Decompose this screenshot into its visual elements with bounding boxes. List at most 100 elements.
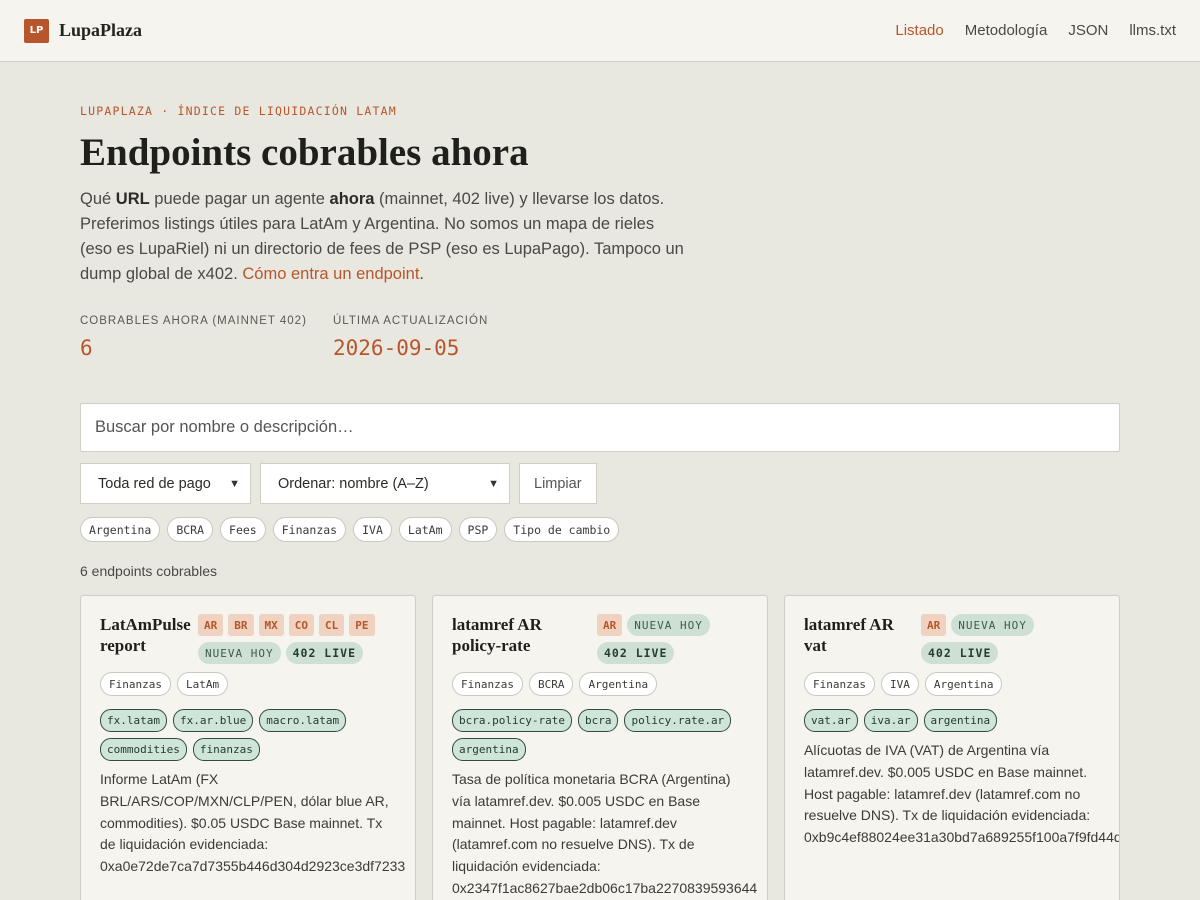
country-badge: AR [198,614,224,636]
network-select-value: Toda red de pago [98,475,211,492]
identifier-tag: commodities [100,738,187,761]
stat-live-label: COBRABLES AHORA (MAINNET 402) [80,315,307,327]
nav-metodologia[interactable]: Metodología [965,22,1048,39]
filter-controls: Toda red de pago ▼ Ordenar: nombre (A–Z)… [80,463,597,504]
new-today-badge: NUEVA HOY [951,614,1034,636]
identifier-tag: macro.latam [259,709,347,732]
card-categories: Finanzas LatAm [100,672,229,696]
brand-logo: LP [24,18,49,43]
tx-hash: 0xa0e72de7ca7d7355b446d304d2923ce3df7233 [100,858,406,875]
how-endpoint-enters-link[interactable]: Cómo entra un endpoint [242,265,419,283]
stat-live-value: 6 [80,336,93,360]
category-tag[interactable]: IVA [880,672,919,696]
sort-select[interactable]: Ordenar: nombre (A–Z) ▼ [260,463,510,504]
clear-button[interactable]: Limpiar [519,463,597,504]
description-text: Tasa de política monetaria BCRA (Argenti… [452,771,731,875]
card-title: latamref AR vat [804,615,894,655]
card-description: Informe LatAm (FX BRL/ARS/COP/MXN/CLP/PE… [100,769,405,878]
card-identifiers: bcra.policy-rate bcra policy.rate.ar arg… [452,709,752,761]
nav-llms-txt[interactable]: llms.txt [1129,22,1176,39]
tag-filter-row: Argentina BCRA Fees Finanzas IVA LatAm P… [80,517,620,542]
brand-name: LupaPlaza [59,20,143,40]
identifier-tag: bcra [577,709,619,732]
tag-filter-latam[interactable]: LatAm [398,517,452,542]
identifier-tag: argentina [452,738,526,761]
tx-hash: 0x2347f1ac8627bae2db06c17ba2270839593644 [452,879,758,896]
tx-hash: 0xb9c4ef88024ee31a30bd7a689255f100a7f9fd… [804,829,1119,846]
country-badge: MX [258,614,284,636]
nav-json[interactable]: JSON [1068,22,1108,39]
page-title: Endpoints cobrables ahora [80,131,529,174]
live-status-badge: 402 LIVE [285,642,363,664]
tag-filter-bcra[interactable]: BCRA [167,517,214,542]
chevron-down-icon: ▼ [229,477,240,490]
card-identifiers: vat.ar iva.ar argentina [804,709,1104,732]
category-tag[interactable]: Argentina [579,672,658,696]
endpoint-card[interactable]: latamref AR policy-rate AR NUEVA HOY 402… [432,595,768,900]
brand[interactable]: LP LupaPlaza [24,18,143,43]
live-status-badge: 402 LIVE [597,642,675,664]
stat-updated-value: 2026-09-05 [333,336,460,360]
sort-select-value: Ordenar: nombre (A–Z) [278,475,429,492]
description-text: Informe LatAm (FX BRL/ARS/COP/MXN/CLP/PE… [100,771,389,853]
chevron-down-icon: ▼ [488,477,499,490]
card-badges: AR NUEVA HOY 402 LIVE [921,614,1101,664]
tag-filter-tipo-de-cambio[interactable]: Tipo de cambio [504,517,620,542]
top-bar: LP LupaPlaza Listado Metodología JSON ll… [0,0,1200,62]
country-badge: CO [288,614,314,636]
identifier-tag: vat.ar [804,709,858,732]
tag-filter-argentina[interactable]: Argentina [80,517,161,542]
category-tag[interactable]: Argentina [924,672,1003,696]
stat-updated-label: ÚLTIMA ACTUALIZACIÓN [333,315,489,327]
stat-live: COBRABLES AHORA (MAINNET 402) 6 [80,315,307,360]
category-tag[interactable]: Finanzas [100,672,171,696]
card-categories: Finanzas BCRA Argentina [452,672,658,696]
tag-filter-psp[interactable]: PSP [458,517,498,542]
category-tag[interactable]: Finanzas [804,672,875,696]
nav-listado[interactable]: Listado [895,22,943,39]
description-text: Alícuotas de IVA (VAT) de Argentina vía … [804,742,1091,824]
card-categories: Finanzas IVA Argentina [804,672,1003,696]
country-badge: PE [349,614,375,636]
main-nav: Listado Metodología JSON llms.txt [895,22,1176,39]
identifier-tag: finanzas [192,738,260,761]
intro-bold: ahora [329,190,375,208]
country-badge: AR [597,614,623,636]
card-title: LatAmPulse report [100,615,191,655]
intro-text: Qué URL puede pagar un agente ahora (mai… [80,187,690,287]
card-description: Alícuotas de IVA (VAT) de Argentina vía … [804,740,1119,849]
tag-filter-fees[interactable]: Fees [220,517,266,542]
endpoint-card[interactable]: LatAmPulse report AR BR MX CO CL PE NUEV… [80,595,416,900]
tag-filter-finanzas[interactable]: Finanzas [272,517,347,542]
stat-updated: ÚLTIMA ACTUALIZACIÓN 2026-09-05 [333,315,488,360]
new-today-badge: NUEVA HOY [627,614,710,636]
card-title: latamref AR policy-rate [452,615,542,655]
category-tag[interactable]: LatAm [176,672,229,696]
intro-part: . [419,265,425,283]
category-tag[interactable]: BCRA [528,672,574,696]
identifier-tag: argentina [923,709,998,732]
identifier-tag: fx.latam [100,709,167,732]
category-tag[interactable]: Finanzas [452,672,523,696]
card-description: Tasa de política monetaria BCRA (Argenti… [452,769,757,900]
intro-bold: URL [115,190,150,208]
identifier-tag: fx.ar.blue [172,709,254,732]
live-status-badge: 402 LIVE [921,642,999,664]
country-badge: BR [228,614,254,636]
intro-part: Qué [80,190,116,208]
country-badge: CL [319,614,345,636]
card-badges: AR NUEVA HOY 402 LIVE [597,614,757,664]
new-today-badge: NUEVA HOY [198,642,281,664]
card-badges: AR BR MX CO CL PE NUEVA HOY 402 LIVE [198,614,388,664]
endpoint-card[interactable]: latamref AR vat AR NUEVA HOY 402 LIVE Fi… [784,595,1120,900]
tag-filter-iva[interactable]: IVA [353,517,392,542]
search-input[interactable] [80,403,1120,452]
results-count: 6 endpoints cobrables [80,563,217,579]
identifier-tag: iva.ar [863,709,918,732]
intro-part: puede pagar un agente [149,190,330,208]
country-badge: AR [921,614,947,636]
identifier-tag: bcra.policy-rate [452,709,572,732]
identifier-tag: policy.rate.ar [624,709,732,732]
network-select[interactable]: Toda red de pago ▼ [80,463,251,504]
eyebrow: LUPAPLAZA · ÍNDICE DE LIQUIDACIÓN LATAM [80,104,397,118]
